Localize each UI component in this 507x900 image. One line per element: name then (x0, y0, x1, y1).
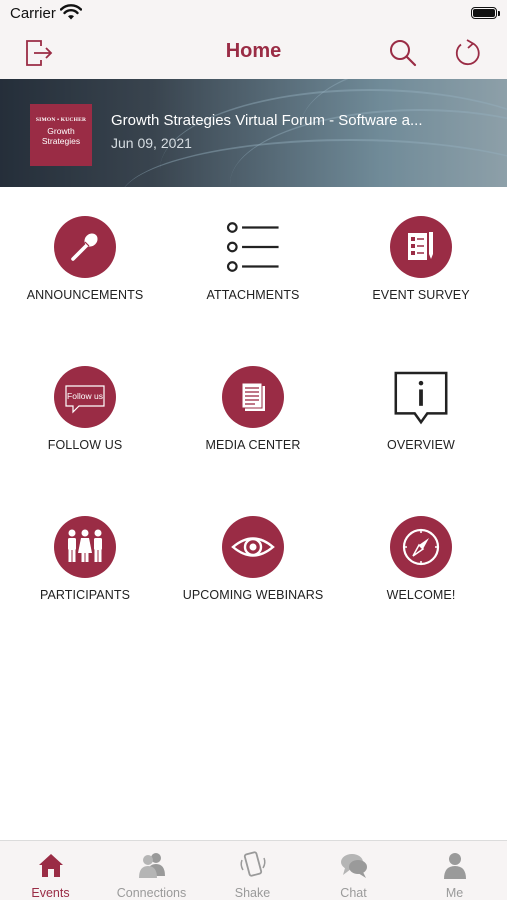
shake-icon (239, 851, 266, 877)
info-icon (394, 371, 448, 425)
tile-label: ATTACHMENTS (206, 288, 300, 302)
event-logo-name-line2: Strategies (41, 136, 81, 146)
event-logo-name-line1: Growth (47, 126, 75, 136)
tab-label: Shake (234, 886, 271, 900)
tab-chat[interactable]: Chat (303, 841, 404, 900)
event-logo-firm: SIMON • KUCHER (35, 117, 87, 123)
event-date: Jun 09, 2021 (111, 135, 192, 151)
tile-upcoming-webinars[interactable]: UPCOMING WEBINARS (169, 516, 337, 636)
tile-label: PARTICIPANTS (39, 588, 131, 602)
tile-event-survey[interactable]: EVENT SURVEY (337, 216, 505, 336)
tile-welcome[interactable]: WELCOME! (337, 516, 505, 636)
user-icon (443, 853, 466, 879)
survey-icon (408, 232, 433, 260)
refresh-icon (455, 39, 480, 66)
tile-label: OVERVIEW (387, 438, 455, 452)
refresh-button[interactable] (451, 36, 485, 70)
tab-me[interactable]: Me (404, 841, 505, 900)
tile-label: UPCOMING WEBINARS (182, 588, 324, 602)
event-logo[interactable]: SIMON • KUCHER Growth Strategies (30, 104, 92, 166)
tile-attachments[interactable]: ATTACHMENTS (169, 216, 337, 336)
search-button[interactable] (386, 36, 420, 70)
chat-icon (340, 854, 367, 878)
search-icon (390, 40, 417, 67)
tab-label: Me (445, 886, 464, 900)
tile-label: EVENT SURVEY (372, 288, 470, 302)
tab-bar: Events Connections Shake Chat Me (0, 840, 507, 900)
tile-media-center[interactable]: MEDIA CENTER (169, 366, 337, 486)
list-icon (226, 222, 279, 272)
tile-label: FOLLOW US (47, 438, 123, 452)
event-title[interactable]: Growth Strategies Virtual Forum - Softwa… (111, 112, 441, 129)
tile-overview[interactable]: OVERVIEW (337, 366, 505, 486)
tile-label: MEDIA CENTER (205, 438, 301, 452)
compass-icon (402, 528, 440, 566)
status-bar: Carrier (0, 0, 507, 28)
tile-label: ANNOUNCEMENTS (26, 288, 144, 302)
tab-events[interactable]: Events (0, 841, 101, 900)
tile-label: WELCOME! (386, 588, 456, 602)
tab-label: Chat (340, 886, 367, 900)
battery-icon (471, 7, 500, 19)
people-icon (68, 529, 102, 562)
tab-connections[interactable]: Connections (101, 841, 202, 900)
wifi-icon (60, 4, 82, 20)
tile-announcements[interactable]: ANNOUNCEMENTS (1, 216, 169, 336)
navigation-bar: Home (0, 28, 507, 79)
tile-participants[interactable]: PARTICIPANTS (1, 516, 169, 636)
tab-label: Connections (116, 886, 187, 900)
documents-icon (241, 382, 265, 411)
home-icon (38, 854, 63, 877)
carrier-label: Carrier (10, 5, 56, 22)
speech-bubble-text: Follow us (67, 391, 103, 401)
connections-icon (138, 853, 165, 878)
tile-follow-us[interactable]: Follow us FOLLOW US (1, 366, 169, 486)
tab-label: Events (31, 886, 70, 900)
tab-shake[interactable]: Shake (202, 841, 303, 900)
speech-bubble-icon: Follow us (65, 385, 105, 414)
page-title: Home (225, 40, 282, 62)
microphone-icon (71, 233, 98, 261)
eye-icon (231, 537, 275, 557)
